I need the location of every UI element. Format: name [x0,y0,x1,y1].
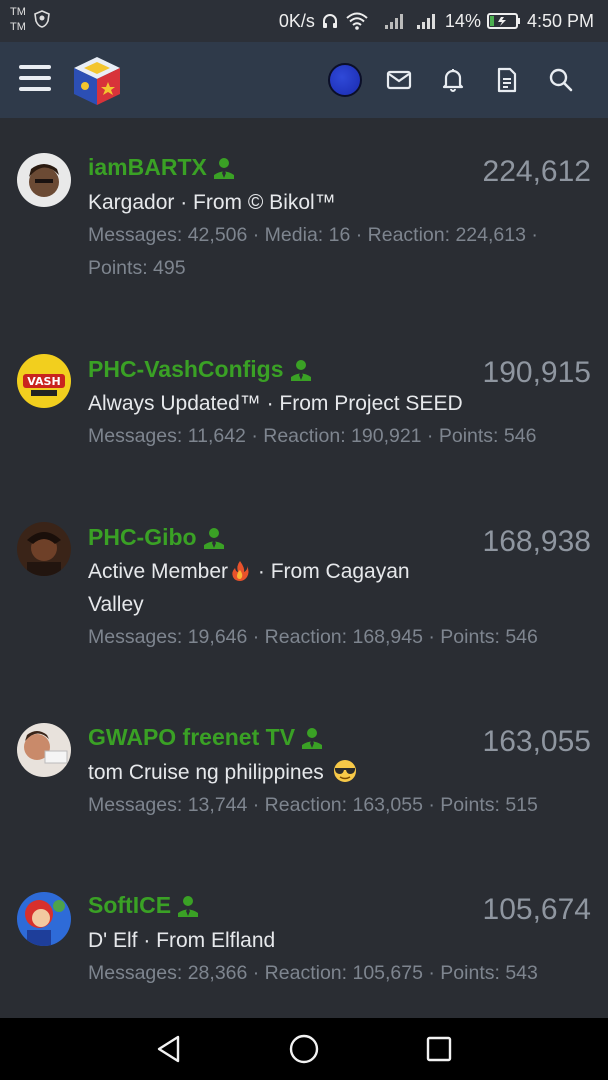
recents-icon[interactable] [422,1032,456,1066]
status-bar: TM TM 0K/s 14% 4:50 PM [0,0,608,42]
battery-percent: 14% [444,10,481,31]
reaction-score: 190,915 [482,356,591,389]
back-icon[interactable] [152,1032,186,1066]
member-title: Always Updated™ · From Project SEED [88,392,463,415]
svg-text:VASH: VASH [27,375,60,388]
member-stats: Messages: 11,642 · Reaction: 190,921 · P… [88,425,537,447]
sunglasses-emoji-icon [333,760,356,782]
signal-icon-1 [384,14,403,29]
avatar[interactable] [17,723,71,777]
site-logo[interactable] [70,54,124,108]
carrier-2: TM [10,21,26,33]
member-name[interactable]: GWAPO freenet TV [88,724,295,751]
user-icon [213,157,234,179]
member-stats: Messages: 28,366 · Reaction: 105,675 · P… [88,962,538,984]
system-nav-bar [0,1018,608,1080]
user-icon [178,895,199,917]
member-title: Kargador · From © Bikol™ [88,191,336,214]
member-name[interactable]: SoftICE [88,892,171,919]
user-icon [290,359,311,381]
shield-icon [34,10,50,28]
user-icon [302,727,323,749]
reaction-score: 163,055 [482,725,591,758]
document-icon[interactable] [480,62,534,98]
wifi-icon [346,12,368,30]
avatar[interactable] [17,153,71,207]
signal-icon-2 [416,14,435,29]
member-name-row[interactable]: SoftICE [88,892,199,919]
user-avatar[interactable] [318,62,372,98]
list-item[interactable]: PHC-Gibo 168,938 Active Member · From Ca… [0,486,608,686]
mail-icon[interactable] [372,62,426,98]
list-item[interactable]: VASH PHC-VashConfigs 190,915 Always Upda… [0,318,608,486]
member-stats: Messages: 19,646 · Reaction: 168,945 · P… [88,626,538,648]
carrier-labels: TM TM [10,5,26,35]
member-stats: Messages: 42,506 · Media: 16 · Reaction:… [88,224,538,279]
list-item[interactable]: SoftICE 105,674 D' Elf · From Elfland Me… [0,854,608,1018]
list-item[interactable]: GWAPO freenet TV 163,055 tom Cruise ng p… [0,686,608,854]
net-speed: 0K/s [278,10,315,31]
home-icon[interactable] [287,1032,321,1066]
reaction-score: 168,938 [482,525,591,558]
headset-icon [322,14,337,28]
member-stats: Messages: 13,744 · Reaction: 163,055 · P… [88,794,538,816]
member-name-row[interactable]: PHC-VashConfigs [88,356,312,383]
avatar[interactable] [17,892,71,946]
member-list: iamBARTX 224,612 Kargador · From © Bikol… [0,118,608,1018]
status-right: 0K/s 14% 4:50 PM [279,9,594,33]
member-name-row[interactable]: iamBARTX [88,154,235,181]
member-name[interactable]: PHC-VashConfigs [88,356,284,383]
member-title: Active Member · From Cagayan Valley [88,555,468,621]
app-bar [0,42,608,118]
member-name-row[interactable]: GWAPO freenet TV [88,724,323,751]
app-bar-actions [318,62,588,98]
list-item[interactable]: iamBARTX 224,612 Kargador · From © Bikol… [0,118,608,318]
bell-icon[interactable] [426,62,480,98]
fire-icon [232,561,249,581]
menu-icon[interactable] [19,65,51,95]
battery-icon [486,13,520,29]
member-name-row[interactable]: PHC-Gibo [88,524,225,551]
user-icon [203,527,224,549]
member-name[interactable]: PHC-Gibo [88,524,197,551]
member-title: D' Elf · From Elfland [88,929,276,952]
avatar[interactable] [17,522,71,576]
search-icon[interactable] [534,62,588,98]
reaction-score: 224,612 [482,155,591,188]
reaction-score: 105,674 [482,893,591,926]
carrier-1: TM [10,6,26,18]
avatar[interactable]: VASH [17,354,71,408]
member-name[interactable]: iamBARTX [88,154,207,181]
member-title: tom Cruise ng philippines [88,756,468,789]
member-title-text: tom Cruise ng philippines [88,761,324,784]
member-title-part1: Active Member [88,560,229,583]
clock: 4:50 PM [526,10,594,31]
